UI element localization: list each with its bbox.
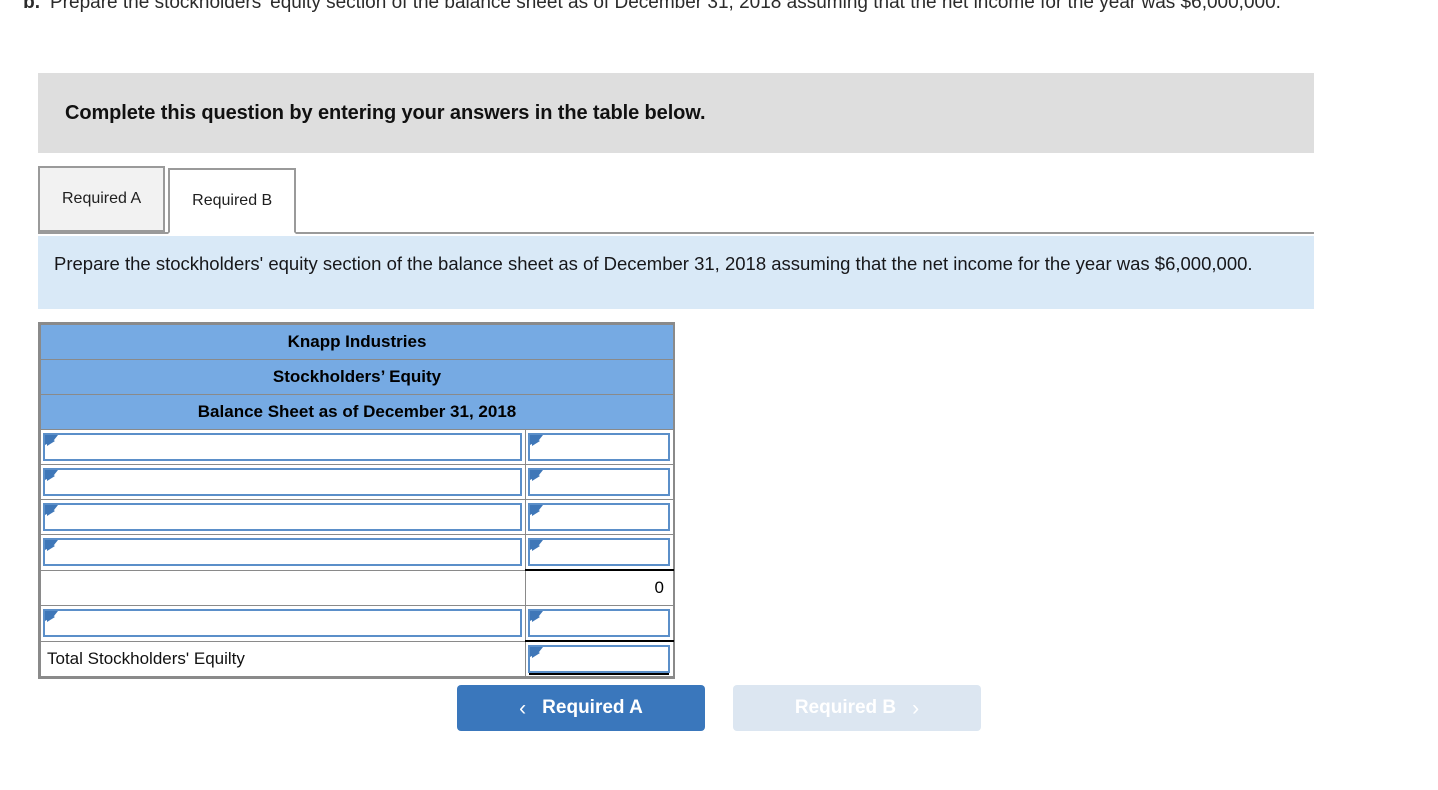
next-required-b-label: Required B bbox=[794, 697, 897, 718]
dropdown-arrow-icon bbox=[47, 436, 55, 446]
row-3-label-cell bbox=[40, 534, 526, 571]
tab-required-b-label: Required B bbox=[192, 192, 273, 209]
worksheet-title-section: Stockholders’ Equity bbox=[39, 359, 675, 395]
requirement-description-text: Prepare the stockholders' equity section… bbox=[54, 253, 1253, 274]
row-5-label-dropdown[interactable] bbox=[43, 609, 522, 638]
row-1-label-cell bbox=[40, 464, 526, 500]
row-3-value-input[interactable] bbox=[528, 538, 671, 566]
worksheet-title-company: Knapp Industries bbox=[39, 324, 675, 360]
requirement-description-panel: Prepare the stockholders' equity section… bbox=[38, 236, 1314, 309]
worksheet-header-row: Stockholders’ Equity bbox=[39, 359, 675, 395]
total-value-cell bbox=[524, 640, 675, 677]
row-3-label-dropdown[interactable] bbox=[43, 538, 522, 567]
row-2-label-dropdown[interactable] bbox=[43, 503, 522, 531]
dropdown-arrow-icon bbox=[47, 541, 55, 552]
total-stockholders-equity-input[interactable] bbox=[528, 645, 671, 673]
row-4-label-empty bbox=[41, 572, 525, 603]
instruction-banner: Complete this question by entering your … bbox=[38, 73, 1314, 153]
dropdown-arrow-icon bbox=[532, 648, 540, 658]
row-0-value-cell bbox=[524, 429, 675, 465]
table-row-total: Total Stockholders' Equilty bbox=[40, 640, 675, 677]
instruction-banner-text: Complete this question by entering your … bbox=[65, 101, 706, 124]
table-row: 0 bbox=[40, 569, 675, 606]
next-required-b-button[interactable]: Required B › bbox=[733, 685, 981, 731]
table-row bbox=[40, 464, 675, 500]
dropdown-arrow-icon bbox=[47, 506, 55, 516]
row-2-value-cell bbox=[524, 499, 675, 535]
stockholders-equity-worksheet: Knapp Industries Stockholders’ Equity Ba… bbox=[38, 322, 675, 679]
question-letter: b. bbox=[23, 0, 40, 13]
total-stockholders-equity-label: Total Stockholders' Equilty bbox=[47, 648, 245, 668]
row-3-value-cell bbox=[524, 534, 675, 571]
worksheet-header-row: Balance Sheet as of December 31, 2018 bbox=[39, 394, 675, 430]
prev-required-a-button[interactable]: ‹ Required A bbox=[457, 685, 705, 731]
prev-required-a-label: Required A bbox=[542, 697, 643, 718]
dropdown-arrow-icon bbox=[532, 471, 540, 481]
row-5-label-cell bbox=[40, 605, 526, 642]
table-row bbox=[40, 534, 675, 571]
row-2-value-input[interactable] bbox=[528, 503, 671, 531]
tab-required-a[interactable]: Required A bbox=[38, 166, 166, 232]
requirement-navigation: ‹ Required A Required B › bbox=[0, 685, 1438, 731]
row-2-label-cell bbox=[40, 499, 526, 535]
worksheet-header-row: Knapp Industries bbox=[39, 324, 675, 360]
table-row bbox=[40, 429, 675, 465]
requirement-tabs: Required A Required B bbox=[38, 166, 1314, 234]
dropdown-arrow-icon bbox=[532, 541, 540, 551]
dropdown-arrow-icon bbox=[532, 506, 540, 516]
dropdown-arrow-icon bbox=[532, 612, 540, 622]
row-1-value-cell bbox=[524, 464, 675, 500]
row-4-value-cell: 0 bbox=[524, 569, 675, 606]
row-4-subtotal-value: 0 bbox=[526, 573, 674, 603]
row-1-value-input[interactable] bbox=[528, 468, 671, 496]
table-row bbox=[40, 499, 675, 535]
row-4-label-cell bbox=[40, 569, 526, 606]
row-5-value-input[interactable] bbox=[528, 609, 671, 637]
chevron-left-icon: ‹ bbox=[519, 696, 527, 720]
row-5-value-cell bbox=[524, 605, 675, 642]
chevron-right-icon: › bbox=[912, 696, 920, 720]
dropdown-arrow-icon bbox=[47, 471, 55, 481]
dropdown-arrow-icon bbox=[532, 436, 540, 446]
row-0-value-input[interactable] bbox=[528, 433, 671, 461]
row-0-label-cell bbox=[40, 429, 526, 465]
tab-required-b[interactable]: Required B bbox=[168, 168, 297, 234]
table-row bbox=[40, 605, 675, 642]
question-text: Prepare the stockholders' equity section… bbox=[50, 0, 1281, 13]
total-label-cell: Total Stockholders' Equilty bbox=[40, 640, 526, 677]
row-0-label-dropdown[interactable] bbox=[43, 433, 522, 461]
tab-required-a-label: Required A bbox=[62, 190, 142, 207]
worksheet-title-date: Balance Sheet as of December 31, 2018 bbox=[39, 394, 675, 430]
row-1-label-dropdown[interactable] bbox=[43, 468, 522, 496]
question-prompt: b. Prepare the stockholders' equity sect… bbox=[0, 0, 1438, 17]
dropdown-arrow-icon bbox=[47, 612, 55, 623]
